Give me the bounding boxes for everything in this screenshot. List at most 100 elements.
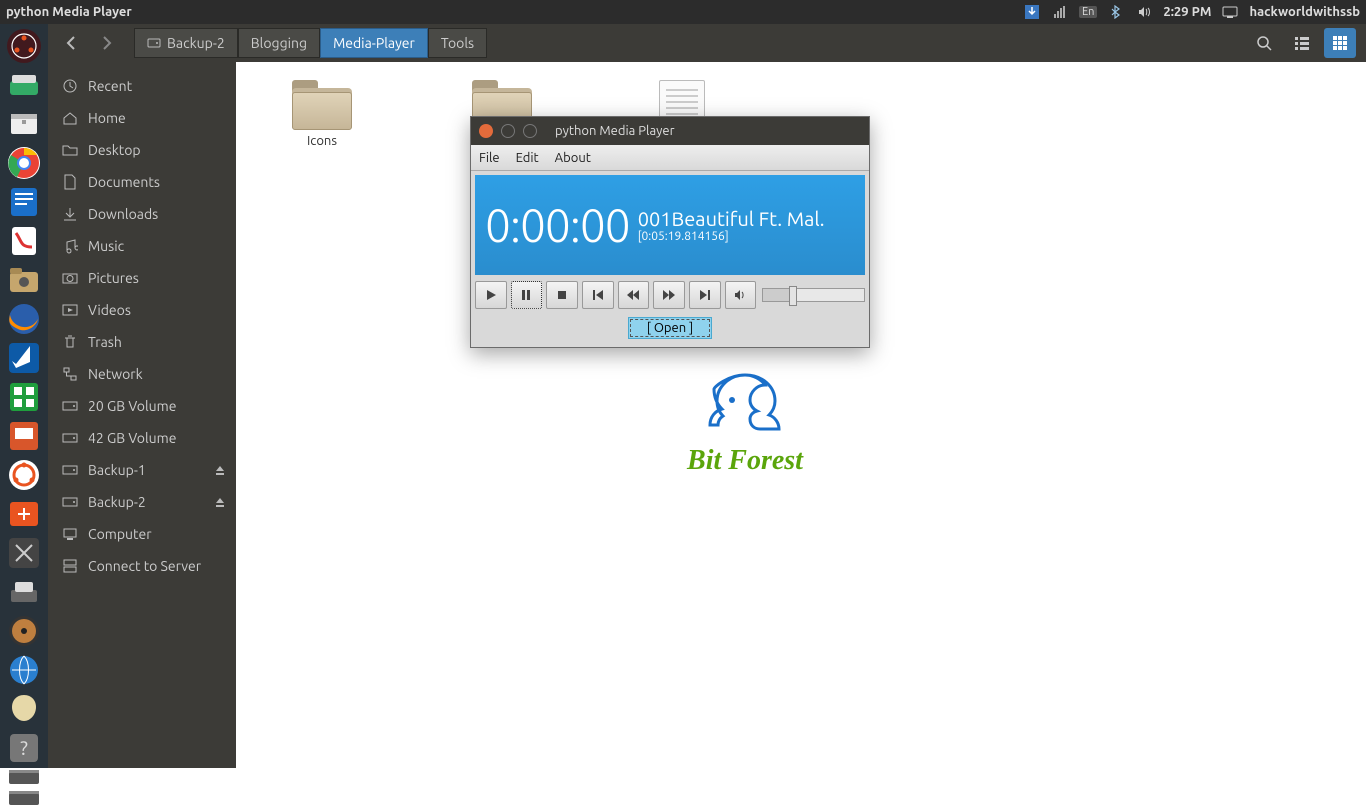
tools-icon[interactable] bbox=[4, 535, 44, 571]
sidebar-item-network[interactable]: Network bbox=[48, 358, 236, 390]
disc-icon[interactable] bbox=[4, 613, 44, 649]
window-minimize-button[interactable] bbox=[501, 124, 515, 138]
pause-button[interactable] bbox=[511, 281, 543, 309]
nav-back-button[interactable] bbox=[58, 29, 86, 57]
sidebar-item-music[interactable]: Music bbox=[48, 230, 236, 262]
music-icon bbox=[62, 238, 78, 254]
globe-icon[interactable] bbox=[4, 652, 44, 688]
prev-track-button[interactable] bbox=[582, 281, 614, 309]
sidebar-item-backup-1[interactable]: Backup-1 bbox=[48, 454, 236, 486]
play-button[interactable] bbox=[475, 281, 507, 309]
file-label: Icons bbox=[282, 134, 362, 148]
open-button[interactable]: [ Open ] bbox=[628, 317, 713, 339]
breadcrumb-label: Media-Player bbox=[333, 35, 415, 51]
folder-icons[interactable]: Icons bbox=[282, 80, 362, 148]
next-track-button[interactable] bbox=[689, 281, 721, 309]
camera-icon bbox=[62, 270, 78, 286]
menubar: File Edit About bbox=[471, 145, 869, 171]
vscode-icon[interactable] bbox=[4, 340, 44, 376]
sidebar-item-computer[interactable]: Computer bbox=[48, 518, 236, 550]
sidebar-item-desktop[interactable]: Desktop bbox=[48, 134, 236, 166]
sidebar-item-downloads[interactable]: Downloads bbox=[48, 198, 236, 230]
writer-icon[interactable] bbox=[4, 184, 44, 220]
camera-folder-icon[interactable] bbox=[4, 262, 44, 298]
window-titlebar[interactable]: python Media Player bbox=[471, 117, 869, 145]
player-display: 0:00:00 001Beautiful Ft. Mal. [0:05:19.8… bbox=[475, 175, 865, 275]
firefox-icon[interactable] bbox=[4, 301, 44, 337]
file-icon bbox=[62, 174, 78, 190]
chrome-icon[interactable] bbox=[4, 145, 44, 181]
sidebar-item-label: Connect to Server bbox=[88, 558, 201, 574]
launcher-dock: ? bbox=[0, 24, 48, 768]
sidebar-item-trash[interactable]: Trash bbox=[48, 326, 236, 358]
breadcrumb-tools[interactable]: Tools bbox=[428, 28, 487, 58]
breadcrumb-media-player[interactable]: Media-Player bbox=[320, 28, 428, 58]
forward-button[interactable] bbox=[653, 281, 685, 309]
stack-icon-2[interactable] bbox=[4, 790, 44, 808]
top-panel: python Media Player En 2:29 PM hackworld… bbox=[0, 0, 1366, 24]
active-window-title: python Media Player bbox=[6, 5, 132, 19]
eject-icon[interactable] bbox=[214, 464, 226, 476]
menu-file[interactable]: File bbox=[479, 151, 500, 165]
view-grid-button[interactable] bbox=[1324, 28, 1356, 58]
window-maximize-button[interactable] bbox=[523, 124, 537, 138]
sidebar-item-label: Backup-1 bbox=[88, 462, 146, 478]
user-menu-icon[interactable] bbox=[1221, 3, 1239, 21]
view-list-button[interactable] bbox=[1286, 28, 1318, 58]
volume-icon[interactable] bbox=[1135, 3, 1153, 21]
help-icon[interactable]: ? bbox=[4, 730, 44, 766]
nav-forward-button[interactable] bbox=[92, 29, 120, 57]
dash-icon[interactable] bbox=[4, 28, 44, 64]
places-sidebar: Recent Home Desktop Documents Downloads … bbox=[48, 62, 236, 768]
bitforest-watermark: Bit Forest bbox=[660, 370, 830, 477]
impress-icon[interactable] bbox=[4, 418, 44, 454]
downloads-indicator-icon[interactable] bbox=[1023, 3, 1041, 21]
eject-icon[interactable] bbox=[214, 496, 226, 508]
sidebar-item-home[interactable]: Home bbox=[48, 102, 236, 134]
keyboard-layout-indicator[interactable]: En bbox=[1079, 6, 1097, 18]
sidebar-item-backup-2[interactable]: Backup-2 bbox=[48, 486, 236, 518]
stop-button[interactable] bbox=[546, 281, 578, 309]
sidebar-item-vol-20[interactable]: 20 GB Volume bbox=[48, 390, 236, 422]
calc-icon[interactable] bbox=[4, 379, 44, 415]
stack-icon-1[interactable] bbox=[4, 769, 44, 787]
mute-button[interactable] bbox=[725, 281, 757, 309]
sidebar-item-vol-42[interactable]: 42 GB Volume bbox=[48, 422, 236, 454]
sidebar-item-label: 20 GB Volume bbox=[88, 398, 176, 414]
clock-icon bbox=[62, 78, 78, 94]
username[interactable]: hackworldwithssb bbox=[1249, 5, 1360, 19]
window-title-text: python Media Player bbox=[555, 124, 675, 138]
sidebar-item-connect-server[interactable]: Connect to Server bbox=[48, 550, 236, 582]
disk-icon bbox=[62, 494, 78, 510]
ubuntu-help-icon[interactable] bbox=[4, 457, 44, 493]
breadcrumb-blogging[interactable]: Blogging bbox=[238, 28, 320, 58]
sidebar-item-label: Backup-2 bbox=[88, 494, 146, 510]
breadcrumb: Backup-2 Blogging Media-Player Tools bbox=[134, 28, 487, 58]
search-button[interactable] bbox=[1248, 28, 1280, 58]
sidebar-item-label: Recent bbox=[88, 78, 132, 94]
software-center-icon[interactable] bbox=[4, 496, 44, 532]
typewriter-icon[interactable] bbox=[4, 574, 44, 610]
breadcrumb-backup-2[interactable]: Backup-2 bbox=[134, 28, 238, 58]
sidebar-item-label: Downloads bbox=[88, 206, 158, 222]
window-close-button[interactable] bbox=[479, 124, 493, 138]
volume-slider[interactable] bbox=[762, 288, 865, 302]
shell-icon[interactable] bbox=[4, 691, 44, 727]
bluetooth-icon[interactable] bbox=[1107, 3, 1125, 21]
scanner-app-icon[interactable] bbox=[4, 67, 44, 103]
clock[interactable]: 2:29 PM bbox=[1163, 5, 1211, 19]
archive-manager-icon[interactable] bbox=[4, 106, 44, 142]
menu-edit[interactable]: Edit bbox=[516, 151, 539, 165]
rewind-button[interactable] bbox=[618, 281, 650, 309]
sidebar-item-label: Documents bbox=[88, 174, 160, 190]
menu-about[interactable]: About bbox=[555, 151, 591, 165]
player-controls bbox=[471, 275, 869, 313]
sidebar-item-documents[interactable]: Documents bbox=[48, 166, 236, 198]
sidebar-item-pictures[interactable]: Pictures bbox=[48, 262, 236, 294]
network-signal-icon[interactable] bbox=[1051, 3, 1069, 21]
sidebar-item-videos[interactable]: Videos bbox=[48, 294, 236, 326]
sidebar-item-recent[interactable]: Recent bbox=[48, 70, 236, 102]
pdf-viewer-icon[interactable] bbox=[4, 223, 44, 259]
disk-icon bbox=[62, 430, 78, 446]
sidebar-item-label: Trash bbox=[88, 334, 122, 350]
